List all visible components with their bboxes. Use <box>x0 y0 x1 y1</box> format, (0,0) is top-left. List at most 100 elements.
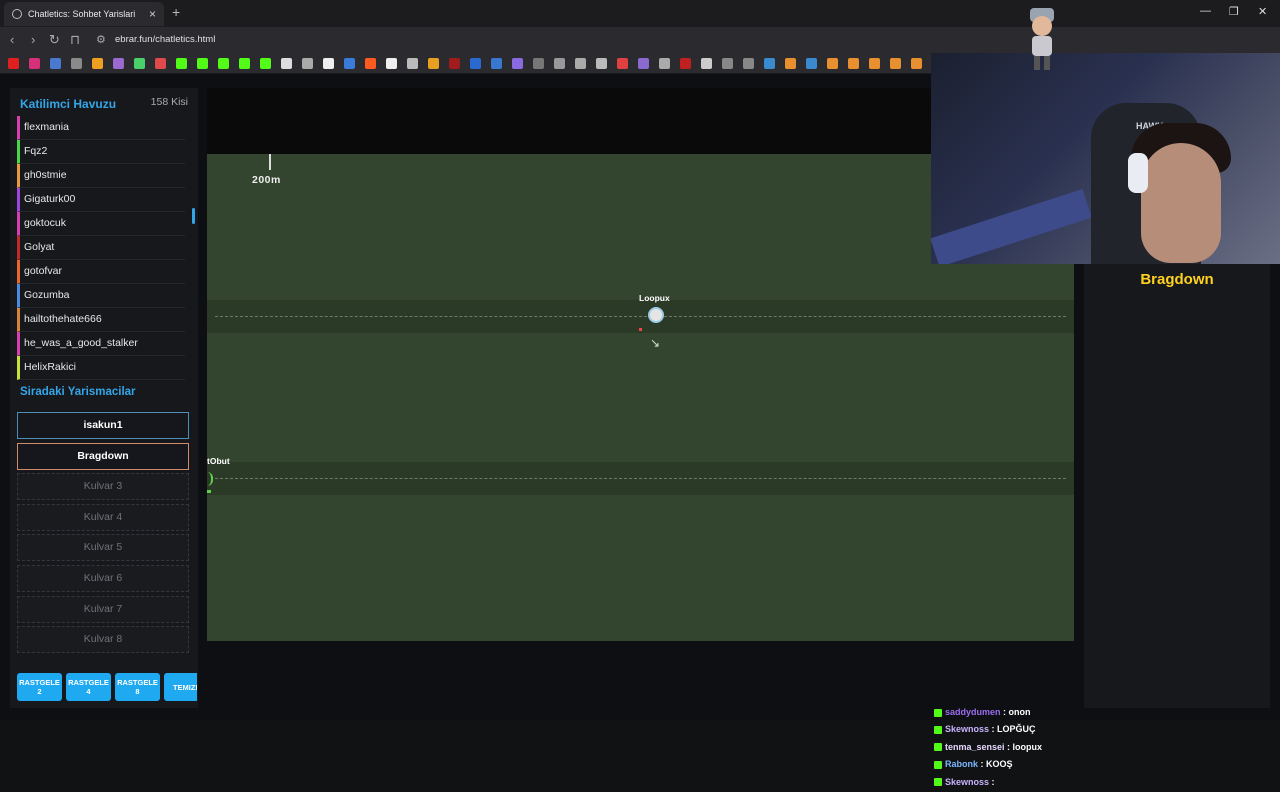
bookmark-icon[interactable] <box>617 58 628 69</box>
bookmark-icon[interactable] <box>71 58 82 69</box>
bookmark-icon[interactable] <box>554 58 565 69</box>
mascot-figure <box>1030 8 1054 70</box>
bookmark-icon[interactable] <box>449 58 460 69</box>
kick-icon[interactable] <box>239 58 250 69</box>
participant-item[interactable]: gotofvar <box>17 260 185 284</box>
address-bar-row: ‹ › ↻ ⊓ ⚙ ebrar.fun/chatletics.html <box>0 27 1280 71</box>
lane-slot[interactable]: Kulvar 7 <box>17 595 189 623</box>
chat-separator: : <box>1004 741 1013 752</box>
bookmark-icon[interactable] <box>743 58 754 69</box>
participant-item[interactable]: hailtothehate666 <box>17 308 185 332</box>
bookmark-icon[interactable] <box>701 58 712 69</box>
bookmark-icon[interactable] <box>155 58 166 69</box>
maximize-icon[interactable]: ❐ <box>1229 5 1239 18</box>
bookmark-icon[interactable] <box>470 58 481 69</box>
youtube-icon[interactable] <box>8 58 19 69</box>
bookmark-icon[interactable] <box>911 58 922 69</box>
chat-separator: : <box>1000 707 1009 717</box>
url-field[interactable]: ebrar.fun/chatletics.html <box>115 34 215 45</box>
random-button[interactable]: RASTGELE 8 <box>115 673 160 701</box>
lane-slot[interactable]: Kulvar 6 <box>17 564 189 592</box>
forward-icon[interactable]: › <box>31 32 35 47</box>
bookmark-icon[interactable] <box>92 58 103 69</box>
racer-name: Loopux <box>639 293 670 303</box>
lane-slot[interactable]: Kulvar 5 <box>17 534 189 562</box>
site-info-icon[interactable]: ⚙ <box>96 33 106 46</box>
bookmark-icon[interactable] <box>785 58 796 69</box>
kick-icon[interactable] <box>176 58 187 69</box>
bookmark-icon[interactable] <box>848 58 859 69</box>
bookmark-icon[interactable] <box>680 58 691 69</box>
participant-item[interactable]: he_was_a_good_stalker <box>17 332 185 356</box>
bookmark-icon[interactable] <box>281 58 292 69</box>
kick-icon[interactable] <box>260 58 271 69</box>
chat-separator: : <box>989 724 998 735</box>
scrollbar-thumb[interactable] <box>192 208 195 224</box>
bookmark-icon[interactable] <box>428 58 439 69</box>
bookmark-icon[interactable] <box>890 58 901 69</box>
chat-message: saddydumen : onon <box>934 707 1074 724</box>
pool-header: Katilimci Havuzu 158 Kisi <box>20 95 188 111</box>
steam-icon[interactable] <box>764 58 775 69</box>
steam-icon[interactable] <box>806 58 817 69</box>
reddit-icon[interactable] <box>365 58 376 69</box>
bookmark-icon[interactable] <box>596 58 607 69</box>
bookmark-icon[interactable] <box>386 58 397 69</box>
lane-slot[interactable]: isakun1 <box>17 412 189 439</box>
participant-list: flexmania Fqz2 gh0stmie Gigaturk00 goktocuk G… <box>17 116 185 380</box>
close-window-icon[interactable]: ✕ <box>1258 5 1267 18</box>
participant-item[interactable]: Golyat <box>17 236 185 260</box>
back-icon[interactable]: ‹ <box>10 32 14 47</box>
bookmark-icon[interactable] <box>827 58 838 69</box>
kick-icon[interactable] <box>218 58 229 69</box>
random-button[interactable]: TEMIZL <box>164 673 197 701</box>
kick-badge-icon <box>934 760 942 769</box>
browser-tab-bar: Chatletics: Sohbet Yarislari × + — ❐ ✕ <box>0 0 1280 27</box>
bookmark-icon[interactable]: ⊓ <box>70 32 80 48</box>
lane-slot[interactable]: Bragdown <box>17 442 189 470</box>
bookmark-icon[interactable] <box>533 58 544 69</box>
bookmark-icon[interactable] <box>869 58 880 69</box>
participant-item[interactable]: Fqz2 <box>17 140 185 164</box>
kick-badge-icon <box>934 708 942 717</box>
bookmark-icon[interactable] <box>491 58 502 69</box>
bookmark-icon[interactable] <box>50 58 61 69</box>
bookmark-icon[interactable] <box>134 58 145 69</box>
random-button-label: RASTGELE <box>117 678 158 687</box>
participant-item[interactable]: goktocuk <box>17 212 185 236</box>
random-buttons: RASTGELE2RASTGELE4RASTGELE8TEMIZL <box>17 673 197 703</box>
bookmark-icon[interactable] <box>344 58 355 69</box>
participant-item[interactable]: gh0stmie <box>17 164 185 188</box>
minimize-icon[interactable]: — <box>1200 5 1211 17</box>
streamer-face <box>1141 143 1221 263</box>
new-tab-button[interactable]: + <box>172 4 180 20</box>
random-button-label: RASTGELE <box>19 678 60 687</box>
bookmark-icon[interactable] <box>302 58 313 69</box>
bookmark-icon[interactable] <box>113 58 124 69</box>
browser-tab[interactable]: Chatletics: Sohbet Yarislari × <box>4 2 164 26</box>
bookmark-icon[interactable] <box>575 58 586 69</box>
random-button[interactable]: RASTGELE 2 <box>17 673 62 701</box>
distance-marker <box>269 154 271 170</box>
lane-slot[interactable]: Kulvar 3 <box>17 473 189 501</box>
chat-text: loopux <box>1012 741 1043 752</box>
bookmark-icon[interactable] <box>407 58 418 69</box>
random-button-label: RASTGELE <box>68 678 109 687</box>
participant-item[interactable]: Gigaturk00 <box>17 188 185 212</box>
lane-slot[interactable]: Kulvar 4 <box>17 503 189 531</box>
kick-icon[interactable] <box>197 58 208 69</box>
bookmark-icon[interactable] <box>512 58 523 69</box>
folder-icon[interactable] <box>722 58 733 69</box>
close-tab-icon[interactable]: × <box>149 7 156 21</box>
bookmark-icon[interactable] <box>638 58 649 69</box>
participant-item[interactable]: flexmania <box>17 116 185 140</box>
participant-item[interactable]: Gozumba <box>17 284 185 308</box>
bookmark-icon[interactable] <box>659 58 670 69</box>
x-icon[interactable] <box>323 58 334 69</box>
chat-separator: : <box>989 776 995 787</box>
instagram-icon[interactable] <box>29 58 40 69</box>
participant-item[interactable]: HelixRakici <box>17 356 185 380</box>
random-button[interactable]: RASTGELE 4 <box>66 673 111 701</box>
reload-icon[interactable]: ↻ <box>49 32 60 48</box>
lane-slot[interactable]: Kulvar 8 <box>17 626 189 654</box>
